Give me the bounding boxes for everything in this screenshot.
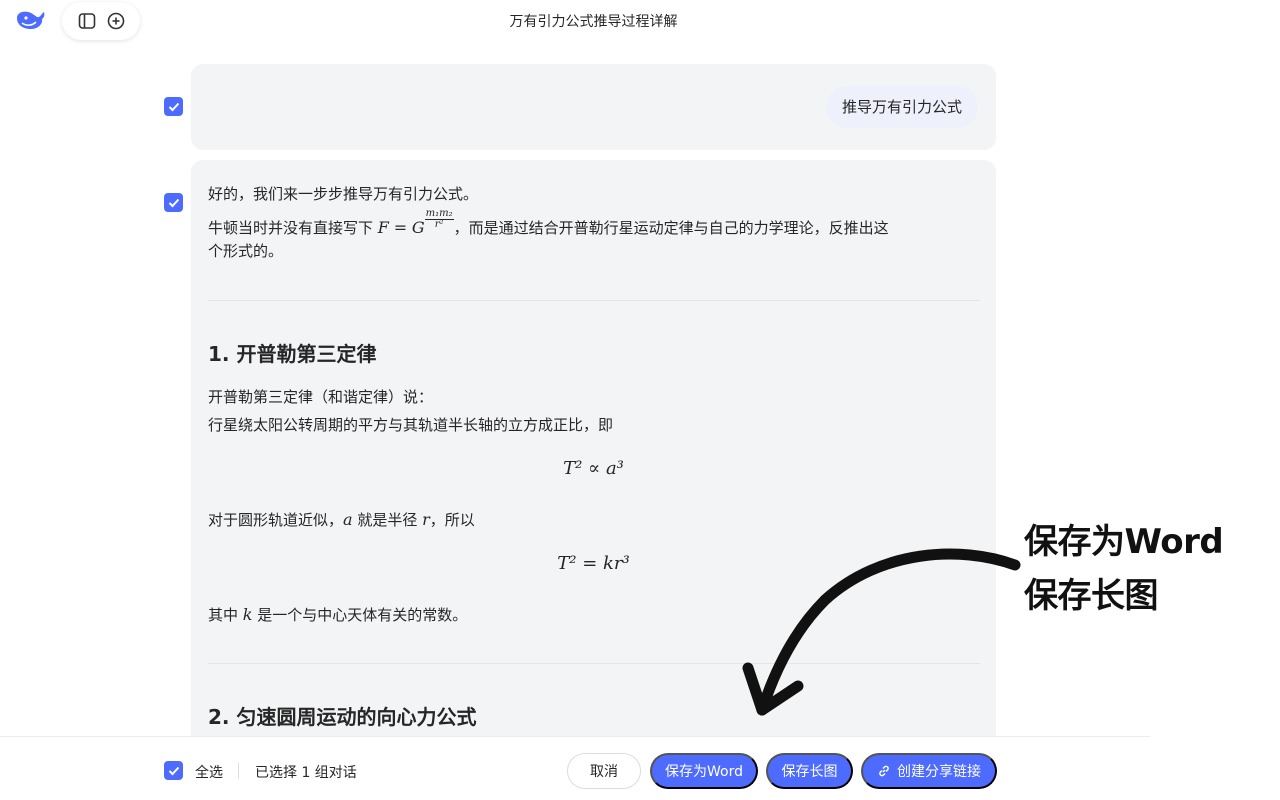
var-r: r xyxy=(422,510,430,529)
save-as-word-button[interactable]: 保存为Word xyxy=(650,753,758,789)
formula-g: G xyxy=(411,218,425,237)
ai-intro-line1: 好的，我们来一步步推导万有引力公式。 xyxy=(208,185,479,203)
create-share-link-button[interactable]: 创建分享链接 xyxy=(861,753,997,789)
formula-denominator: r² xyxy=(434,219,444,230)
ai-message-checkbox[interactable] xyxy=(164,193,183,212)
checkbox-checked-icon xyxy=(168,198,179,207)
user-message-checkbox[interactable] xyxy=(164,97,183,116)
share-label: 创建分享链接 xyxy=(897,764,981,780)
divider xyxy=(208,300,980,301)
intro-line2-suffix: ，而是通过结合开普勒行星运动定律与自己的力学理论，反推出这 xyxy=(453,219,889,237)
user-message-card: 推导万有引力公式 xyxy=(191,64,996,150)
cancel-button[interactable]: 取消 xyxy=(567,753,641,789)
section2-heading: 2. 匀速圆周运动的向心力公式 xyxy=(208,705,477,729)
p4-suffix: 是一个与中心天体有关的常数。 xyxy=(252,606,468,624)
section1-heading: 1. 开普勒第三定律 xyxy=(208,342,377,366)
save-long-image-button[interactable]: 保存长图 xyxy=(766,753,853,789)
ai-intro-line3: 个形式的。 xyxy=(208,242,284,260)
section1-paragraph4: 其中 k 是一个与中心天体有关的常数。 xyxy=(208,601,467,629)
separator xyxy=(238,763,239,779)
annotation-save-image: 保存长图 xyxy=(1024,576,1159,616)
section1-paragraph3: 对于圆形轨道近似，a 就是半径 r，所以 xyxy=(208,506,475,534)
intro-line2-prefix: 牛顿当时并没有直接写下 xyxy=(208,219,374,237)
page-title: 万有引力公式推导过程详解 xyxy=(509,14,678,30)
hand-drawn-arrow-icon xyxy=(742,548,1021,716)
formula-f: F xyxy=(377,218,389,237)
p3-prefix: 对于圆形轨道近似， xyxy=(208,511,344,529)
user-message-bubble: 推导万有引力公式 xyxy=(825,86,978,128)
select-all-checkbox[interactable] xyxy=(164,761,183,780)
section1-paragraph1: 开普勒第三定律（和谐定律）说： xyxy=(208,388,434,406)
checkbox-checked-icon xyxy=(168,766,179,775)
var-a: a xyxy=(343,510,353,529)
select-all-label[interactable]: 全选 xyxy=(195,762,223,782)
formula-kepler-proportional: T² ∝ a³ xyxy=(563,458,624,479)
link-icon xyxy=(879,765,889,777)
selection-action-bar: 全选 已选择 1 组对话 取消 保存为Word 保存长图 创建分享链接 xyxy=(0,736,1150,800)
formula-fraction: m₁m₂ r² xyxy=(424,209,454,230)
p4-prefix: 其中 xyxy=(208,606,243,624)
p3-suffix: ，所以 xyxy=(429,511,475,529)
formula-eq: = xyxy=(393,218,408,237)
selected-count: 已选择 1 组对话 xyxy=(255,765,357,781)
ai-intro-line2: 牛顿当时并没有直接写下 F = Gm₁m₂ r² ，而是通过结合开普勒行星运动定律与… xyxy=(208,209,889,242)
annotation-save-word: 保存为Word xyxy=(1024,522,1224,562)
p3-mid: 就是半径 xyxy=(352,511,423,529)
checkbox-checked-icon xyxy=(168,102,179,111)
section1-paragraph2: 行星绕太阳公转周期的平方与其轨道半长轴的立方成正比，即 xyxy=(208,416,614,434)
